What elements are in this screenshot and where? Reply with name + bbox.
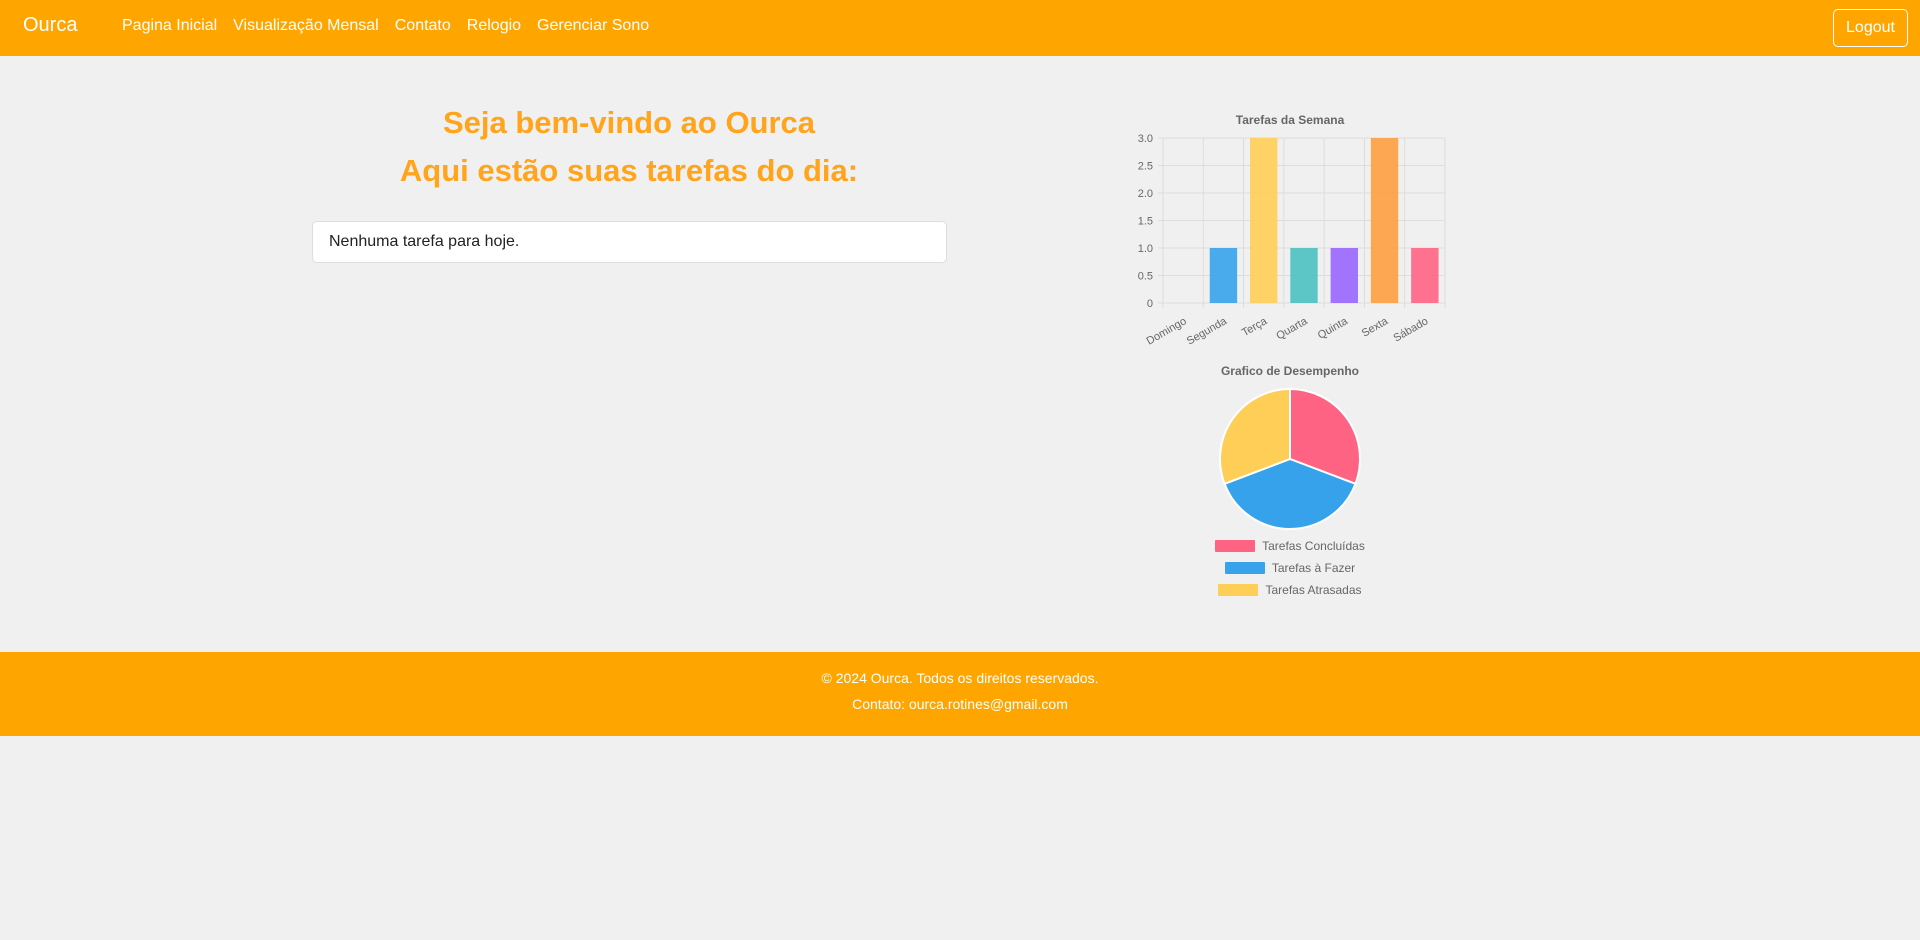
x-tick-label: Sexta <box>1360 315 1391 340</box>
pie-legend: Tarefas Concluídas Tarefas à Fazer Taref… <box>1160 535 1420 601</box>
y-tick-label: 0 <box>1147 298 1153 310</box>
navbar: Ourca Pagina Inicial Visualização Mensal… <box>0 0 1920 56</box>
bar-Terça[interactable] <box>1250 138 1278 303</box>
footer-contact: Contato: ourca.rotines@gmail.com <box>852 696 1068 712</box>
nav-link-sleep[interactable]: Gerenciar Sono <box>537 17 649 35</box>
legend-item[interactable]: Tarefas Atrasadas <box>1160 579 1420 601</box>
performance-pie-chart <box>1219 387 1361 530</box>
legend-swatch <box>1218 584 1259 596</box>
task-list-item: Nenhuma tarefa para hoje. <box>312 221 947 263</box>
brand-link[interactable]: Ourca <box>23 14 77 37</box>
bar-Quarta[interactable] <box>1290 248 1318 303</box>
x-tick-label: Quinta <box>1316 315 1351 342</box>
legend-item[interactable]: Tarefas Concluídas <box>1160 535 1420 557</box>
bar-Sexta[interactable] <box>1370 138 1399 303</box>
y-tick-label: 0.5 <box>1138 271 1153 283</box>
y-tick-label: 1.0 <box>1138 243 1153 255</box>
bar-Sábado[interactable] <box>1411 248 1439 303</box>
x-tick-label: Terça <box>1240 315 1270 339</box>
legend-label: Tarefas Concluídas <box>1262 539 1365 553</box>
footer-copyright: © 2024 Ourca. Todos os direitos reservad… <box>821 670 1099 686</box>
bar-Quinta[interactable] <box>1330 248 1358 303</box>
weekly-tasks-bar-chart: 3.02.52.01.51.00.50DomingoSegunda Terça Qu… <box>1138 133 1446 348</box>
tasks-heading: Aqui estão suas tarefas do dia: <box>399 153 859 188</box>
x-tick-label: Quarta <box>1274 315 1310 343</box>
nav-link-home[interactable]: Pagina Inicial <box>122 17 217 35</box>
y-tick-label: 3.0 <box>1138 133 1153 145</box>
welcome-heading: Seja bem-vindo ao Ourca <box>442 105 816 140</box>
nav-link-monthly[interactable]: Visualização Mensal <box>233 17 379 35</box>
pie-chart-title: Grafico de Desempenho <box>1220 364 1360 378</box>
legend-swatch <box>1215 540 1256 552</box>
footer: © 2024 Ourca. Todos os direitos reservad… <box>0 652 1920 736</box>
legend-label: Tarefas Atrasadas <box>1265 583 1362 597</box>
legend-item[interactable]: Tarefas à Fazer <box>1160 557 1420 579</box>
y-tick-label: 2.5 <box>1138 161 1153 173</box>
legend-swatch <box>1224 562 1265 574</box>
nav-link-contact[interactable]: Contato <box>395 17 451 35</box>
nav-link-clock[interactable]: Relogio <box>467 17 521 35</box>
legend-label: Tarefas à Fazer <box>1271 561 1356 575</box>
y-tick-label: 2.0 <box>1138 188 1153 200</box>
x-tick-label: Sábado <box>1392 315 1431 344</box>
x-tick-label: Domingo <box>1145 315 1189 347</box>
y-tick-label: 1.5 <box>1138 216 1153 228</box>
bar-Segunda[interactable] <box>1209 248 1238 303</box>
nav-links: Pagina Inicial Visualização Mensal Conta… <box>122 17 665 35</box>
logout-button[interactable]: Logout <box>1833 9 1908 47</box>
x-tick-label: Segunda <box>1185 315 1230 348</box>
